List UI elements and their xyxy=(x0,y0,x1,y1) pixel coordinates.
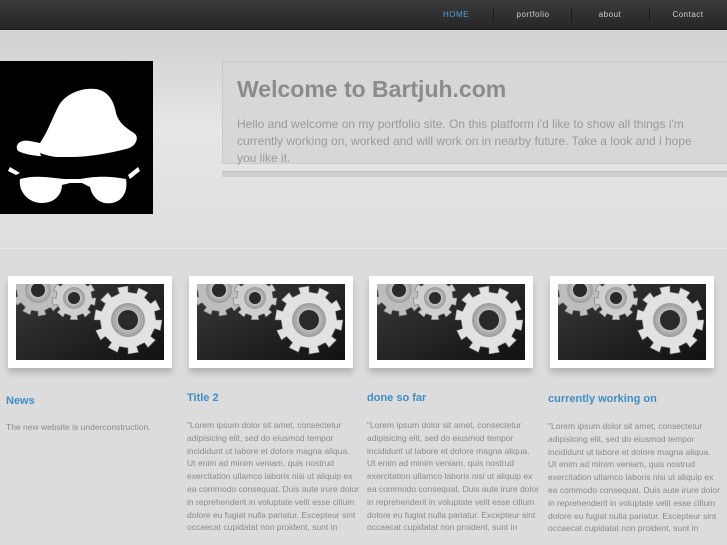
column-text-currently-working-on: "Lorem ipsum dolor sit amet, consectetur… xyxy=(548,421,720,534)
top-navigation-bar: HOME portfolio about Contact xyxy=(0,0,727,30)
gears-icon xyxy=(558,284,706,360)
gears-icon xyxy=(197,284,345,360)
nav-item-contact[interactable]: Contact xyxy=(664,0,712,30)
column-text-title-2: "Lorem ipsum dolor sit amet, consectetur… xyxy=(187,420,359,533)
welcome-panel: Welcome to Bartjuh.com Hello and welcome… xyxy=(222,61,727,165)
nav-item-about[interactable]: about xyxy=(588,0,632,30)
portfolio-thumbnail[interactable] xyxy=(8,276,172,368)
nav-item-portfolio[interactable]: portfolio xyxy=(505,0,561,30)
welcome-title: Welcome to Bartjuh.com xyxy=(237,76,507,102)
gears-icon xyxy=(16,284,164,360)
spy-hat-sunglasses-icon xyxy=(8,88,140,204)
nav-separator xyxy=(571,8,572,22)
welcome-panel-underline xyxy=(222,171,727,177)
gears-icon xyxy=(377,284,525,360)
portfolio-thumbnail[interactable] xyxy=(369,276,533,368)
column-title-done-so-far: done so far xyxy=(367,392,427,404)
column-title-news: News xyxy=(6,395,35,407)
welcome-text: Hello and welcome on my portfolio site. … xyxy=(237,117,692,165)
portfolio-thumbnail[interactable] xyxy=(550,276,714,368)
column-title-currently-working-on: currently working on xyxy=(548,393,657,405)
hero-banner: Welcome to Bartjuh.com Hello and welcome… xyxy=(0,31,727,249)
nav-item-home[interactable]: HOME xyxy=(433,0,479,30)
portfolio-thumbnail[interactable] xyxy=(189,276,353,368)
nav-separator xyxy=(493,8,494,22)
column-text-done-so-far: "Lorem ipsum dolor sit amet, consectetur… xyxy=(367,420,539,533)
column-title-title-2: Title 2 xyxy=(187,392,219,404)
column-text-news: The new website is underconstruction. xyxy=(6,422,151,432)
site-logo[interactable] xyxy=(0,61,153,214)
nav-separator xyxy=(649,8,650,22)
